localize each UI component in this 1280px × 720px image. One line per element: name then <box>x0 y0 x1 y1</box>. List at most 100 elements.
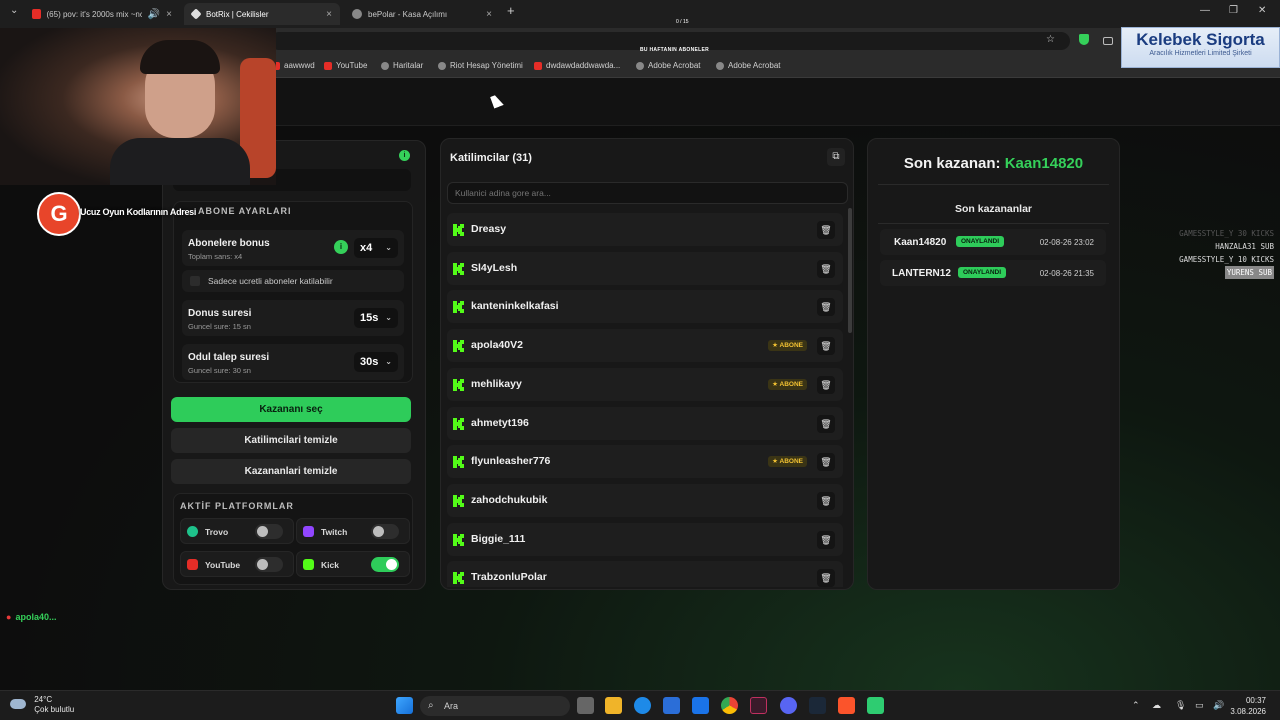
task-view-icon[interactable] <box>577 697 594 714</box>
cloud-sync-icon[interactable]: ☁ <box>1152 700 1161 711</box>
clear-winners-button[interactable]: Kazananlari temizle <box>171 459 411 484</box>
platform-youtube: YouTube <box>180 551 294 577</box>
bookmark-label: Adobe Acrobat <box>648 61 701 70</box>
trash-icon[interactable]: 🗑 <box>817 569 835 587</box>
bookmark-label: dwdawdaddwawda... <box>546 61 621 70</box>
trash-icon[interactable]: 🗑 <box>817 453 835 471</box>
edge-icon[interactable] <box>634 697 651 714</box>
pick-winner-button[interactable]: Kazananı seç <box>171 397 411 422</box>
participant-row: TrabzonluPolar 🗑 <box>447 561 843 587</box>
youtube-favicon-icon <box>32 9 41 19</box>
bookmark-label: Riot Hesap Yönetimi <box>450 61 523 70</box>
last-winner-label: Son kazanan: <box>903 155 1001 172</box>
winner-date: 02-08-26 23:02 <box>1039 238 1094 247</box>
claim-duration-select[interactable]: 30s ⌄ <box>354 352 398 372</box>
feed-item: YURENS SUB <box>1224 266 1274 279</box>
trovo-toggle[interactable] <box>255 524 283 539</box>
participant-search-input[interactable] <box>447 182 848 204</box>
taskbar-search[interactable]: ⌕ Ara <box>420 696 570 716</box>
tab-mute-icon[interactable]: 🔊 <box>148 9 160 20</box>
platform-trovo: Trovo <box>180 518 294 544</box>
app-icon[interactable] <box>867 697 884 714</box>
youtube-toggle[interactable] <box>255 557 283 572</box>
bookmark-item[interactable]: aawwwd <box>272 61 315 70</box>
tab-list-chevron-icon[interactable]: ⌄ <box>10 5 18 16</box>
trash-icon[interactable]: 🗑 <box>817 531 835 549</box>
last-winner-heading: Son kazanan: Kaan14820 <box>868 155 1119 172</box>
steam-icon[interactable] <box>809 697 826 714</box>
bookmark-star-icon[interactable]: ☆ <box>1046 34 1055 45</box>
participant-row: apola40V2 ★ ABONE 🗑 <box>447 329 843 362</box>
file-explorer-icon[interactable] <box>605 697 622 714</box>
microphone-icon[interactable]: 🎙 <box>1175 700 1186 711</box>
tab-music-mix[interactable]: (65) pov: it's 2000s mix ~nc 🔊 × <box>24 3 180 25</box>
system-clock[interactable]: 00:37 3.08.2026 <box>1230 695 1266 717</box>
chevron-up-icon[interactable]: ⌃ <box>1132 700 1140 711</box>
kick-icon <box>453 300 464 313</box>
participant-name: ahmetyt196 <box>471 417 529 429</box>
winner-name: Kaan14820 <box>894 237 947 248</box>
trash-icon[interactable]: 🗑 <box>817 221 835 239</box>
participant-name: Sl4yLesh <box>471 262 518 274</box>
chat-user: ● apola40... <box>6 612 56 622</box>
bookmark-item[interactable]: Adobe Acrobat <box>716 61 780 70</box>
restore-icon[interactable]: ❐ <box>1229 5 1238 16</box>
participant-row: Sl4yLesh 🗑 <box>447 252 843 285</box>
trash-icon[interactable]: 🗑 <box>817 492 835 510</box>
bonus-duration-select[interactable]: 15s ⌄ <box>354 308 398 328</box>
tab-bepolar[interactable]: bePolar - Kasa Açılımı × <box>344 3 500 25</box>
start-icon[interactable] <box>396 697 413 714</box>
extension-shield-icon[interactable] <box>1079 34 1089 45</box>
extensions-icon[interactable] <box>1103 37 1113 45</box>
select-value: x4 <box>360 242 373 254</box>
tab-close-icon[interactable]: × <box>326 9 332 20</box>
trash-icon[interactable]: 🗑 <box>817 298 835 316</box>
trash-icon[interactable]: 🗑 <box>817 337 835 355</box>
paid-only-row[interactable]: Sadece ucretli aboneler katilabilir <box>182 270 404 292</box>
twitch-toggle[interactable] <box>371 524 399 539</box>
clear-participants-button[interactable]: Katilimcilari temizle <box>171 428 411 453</box>
tab-close-icon[interactable]: × <box>486 9 492 20</box>
participant-list-scrollbar[interactable] <box>848 208 852 333</box>
participant-row: flyunleasher776 ★ ABONE 🗑 <box>447 445 843 478</box>
bookmark-item[interactable]: YouTube <box>324 61 367 70</box>
app-icon[interactable] <box>750 697 767 714</box>
tab-close-icon[interactable]: × <box>166 9 172 20</box>
store-icon[interactable] <box>663 697 680 714</box>
info-icon[interactable]: i <box>334 240 348 254</box>
tab-botrix[interactable]: BotRix | Cekilisler × <box>184 3 340 25</box>
platform-name: YouTube <box>205 560 241 570</box>
chrome-icon[interactable] <box>721 697 738 714</box>
copy-icon[interactable]: ⧉ <box>827 148 845 166</box>
tab-title: bePolar - Kasa Açılımı <box>368 9 448 19</box>
new-tab-button[interactable]: + <box>507 3 515 18</box>
participant-name: TrabzonluPolar <box>471 571 547 583</box>
bookmark-item[interactable]: Adobe Acrobat <box>636 61 700 70</box>
trash-icon[interactable]: 🗑 <box>817 415 835 433</box>
globe-favicon-icon <box>352 9 362 19</box>
brave-icon[interactable] <box>838 697 855 714</box>
mail-icon[interactable] <box>692 697 709 714</box>
promo-logo-icon: G <box>37 192 81 236</box>
discord-icon[interactable] <box>780 697 797 714</box>
youtube-icon <box>324 61 332 70</box>
monitor-icon[interactable]: ▭ <box>1195 700 1204 711</box>
participant-row: ahmetyt196 🗑 <box>447 407 843 440</box>
info-icon[interactable]: i <box>399 150 410 161</box>
minimize-icon[interactable]: — <box>1200 5 1210 16</box>
kick-toggle[interactable] <box>371 557 399 572</box>
speaker-icon[interactable]: 🔊 <box>1213 700 1224 711</box>
participant-list: Dreasy 🗑 Sl4yLesh 🗑 kanteninkelkafasi 🗑 apola4… <box>447 213 843 587</box>
kick-icon <box>453 455 464 468</box>
participant-name: Biggie_111 <box>471 533 526 545</box>
bookmark-item[interactable]: Haritalar <box>381 61 423 70</box>
close-window-icon[interactable]: ✕ <box>1258 5 1266 16</box>
bookmark-item[interactable]: Riot Hesap Yönetimi <box>438 61 523 70</box>
trash-icon[interactable]: 🗑 <box>817 376 835 394</box>
bookmark-item[interactable]: dwdawdaddwawda... <box>534 61 620 70</box>
subscriber-bonus-select[interactable]: x4 ⌄ <box>354 238 398 258</box>
paid-only-checkbox[interactable] <box>190 276 200 286</box>
trash-icon[interactable]: 🗑 <box>817 260 835 278</box>
weather-widget[interactable]: 24°C Çok bulutlu <box>10 695 74 715</box>
participant-row: Biggie_111 🗑 <box>447 523 843 556</box>
